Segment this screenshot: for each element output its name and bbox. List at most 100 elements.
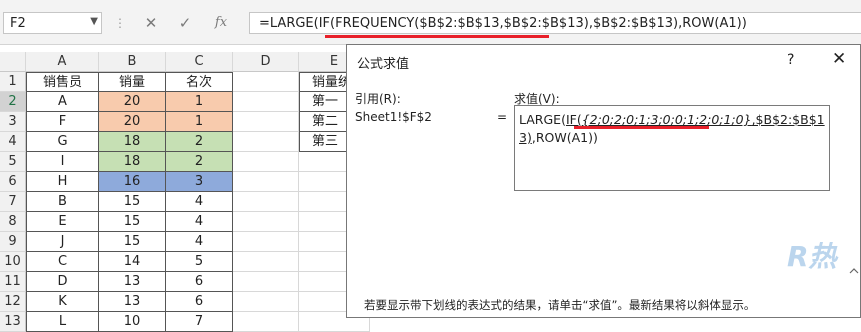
row-header-9[interactable]: 9 <box>0 232 26 252</box>
row-header-10[interactable]: 10 <box>0 252 26 272</box>
table-cell[interactable]: 1 <box>166 112 233 132</box>
dialog-title: 公式求值 <box>357 57 410 72</box>
table-cell[interactable]: 13 <box>99 292 166 312</box>
column-header-a[interactable]: A <box>26 52 99 72</box>
formula-buttons: ⋮ ✕ ✓ fx <box>108 12 248 34</box>
table-cell[interactable]: I <box>26 152 99 172</box>
empty-cell[interactable] <box>233 212 299 232</box>
reference-label: 引用(R): <box>355 92 401 106</box>
formula-bar-area: F2 ▼ ⋮ ✕ ✓ fx =LARGE(IF(FREQUENCY($B$2:$… <box>0 0 861 45</box>
insert-function-icon[interactable]: fx <box>208 12 234 34</box>
table-cell[interactable]: 14 <box>99 252 166 272</box>
table-cell[interactable]: 15 <box>99 192 166 212</box>
empty-cell[interactable] <box>233 132 299 152</box>
eval-underline-marker <box>574 126 709 129</box>
eval-underlined: IF( <box>565 112 582 127</box>
table-cell[interactable]: 18 <box>99 152 166 172</box>
table-cell[interactable]: 3 <box>166 172 233 192</box>
empty-cell[interactable] <box>233 172 299 192</box>
table-cell[interactable]: 4 <box>166 232 233 252</box>
table-cell[interactable]: C <box>26 252 99 272</box>
table-cell[interactable]: K <box>26 292 99 312</box>
table-header-cell[interactable]: 名次 <box>166 72 233 92</box>
close-icon[interactable]: ✕ <box>832 49 846 69</box>
dialog-note: 若要显示带下划线的表达式的结果，请单击“求值”。最新结果将以斜体显示。 <box>364 298 756 312</box>
table-cell[interactable]: 4 <box>166 212 233 232</box>
formula-text: =LARGE(IF(FREQUENCY($B$2:$B$13,$B$2:$B$1… <box>259 16 747 31</box>
row-header-8[interactable]: 8 <box>0 212 26 232</box>
table-cell[interactable]: E <box>26 212 99 232</box>
equals-sign: = <box>497 110 508 124</box>
select-all-corner[interactable] <box>0 52 26 72</box>
name-box[interactable]: F2 ▼ <box>3 12 102 34</box>
empty-cell[interactable] <box>233 252 299 272</box>
row-header-6[interactable]: 6 <box>0 172 26 192</box>
row-header-2[interactable]: 2 <box>0 92 26 112</box>
table-cell[interactable]: 1 <box>166 92 233 112</box>
empty-cell[interactable] <box>233 232 299 252</box>
table-cell[interactable]: L <box>26 312 99 332</box>
column-header-c[interactable]: C <box>166 52 233 72</box>
table-cell[interactable]: D <box>26 272 99 292</box>
row-header-7[interactable]: 7 <box>0 192 26 212</box>
table-cell[interactable]: 13 <box>99 272 166 292</box>
table-cell[interactable]: 20 <box>99 112 166 132</box>
empty-cell[interactable] <box>233 292 299 312</box>
table-cell[interactable]: H <box>26 172 99 192</box>
enter-icon[interactable]: ✓ <box>172 12 198 34</box>
reference-value: Sheet1!$F$2 <box>355 110 432 124</box>
empty-cell[interactable] <box>233 112 299 132</box>
table-header-cell[interactable]: 销量 <box>99 72 166 92</box>
table-cell[interactable]: F <box>26 112 99 132</box>
table-header-cell[interactable]: 销售员 <box>26 72 99 92</box>
table-cell[interactable]: 10 <box>99 312 166 332</box>
table-cell[interactable]: 7 <box>166 312 233 332</box>
formula-suffix: ,$B$2:$B$13),ROW(A1)) <box>588 16 747 31</box>
table-cell[interactable]: 6 <box>166 292 233 312</box>
evaluate-formula-dialog: 公式求值 ? ✕ 引用(R): 求值(V): Sheet1!$F$2 = LAR… <box>346 44 861 318</box>
table-cell[interactable]: 2 <box>166 152 233 172</box>
row-header-12[interactable]: 12 <box>0 292 26 312</box>
table-cell[interactable]: 16 <box>99 172 166 192</box>
row-header-11[interactable]: 11 <box>0 272 26 292</box>
empty-cell[interactable] <box>233 192 299 212</box>
table-cell[interactable]: G <box>26 132 99 152</box>
empty-cell[interactable] <box>233 72 299 92</box>
table-cell[interactable]: 4 <box>166 192 233 212</box>
formula-input[interactable]: =LARGE(IF(FREQUENCY($B$2:$B$13,$B$2:$B$1… <box>249 12 861 34</box>
eval-italic-result: {2;0;2;0;1;3;0;0;1;2;0;1;0} <box>581 112 752 127</box>
empty-cell[interactable] <box>233 312 299 332</box>
empty-cell[interactable] <box>233 92 299 112</box>
column-header-b[interactable]: B <box>99 52 166 72</box>
formula-underline-marker <box>325 35 549 38</box>
help-icon[interactable]: ? <box>787 52 794 68</box>
empty-cell[interactable] <box>233 152 299 172</box>
grip-icon: ⋮ <box>114 16 126 30</box>
name-box-value: F2 <box>10 16 26 31</box>
evaluation-box[interactable]: LARGE(IF({2;0;2;0;1;3;0;0;1;2;0;1;0},$B$… <box>514 105 830 191</box>
row-header-5[interactable]: 5 <box>0 152 26 172</box>
table-cell[interactable]: 2 <box>166 132 233 152</box>
table-cell[interactable]: J <box>26 232 99 252</box>
chevron-down-icon[interactable]: ▼ <box>90 16 98 27</box>
table-cell[interactable]: 6 <box>166 272 233 292</box>
row-header-3[interactable]: 3 <box>0 112 26 132</box>
formula-prefix: =LARGE(IF( <box>259 16 336 31</box>
table-cell[interactable]: 15 <box>99 212 166 232</box>
table-cell[interactable]: B <box>26 192 99 212</box>
row-header-4[interactable]: 4 <box>0 132 26 152</box>
table-cell[interactable]: 5 <box>166 252 233 272</box>
eval-suffix: ,ROW(A1)) <box>531 130 598 145</box>
cancel-icon[interactable]: ✕ <box>138 12 164 34</box>
watermark-logo: R热 <box>787 240 837 273</box>
row-header-1[interactable]: 1 <box>0 72 26 92</box>
formula-highlight: FREQUENCY($B$2:$B$13,$B$2:$B$13) <box>335 16 589 31</box>
eval-prefix: LARGE( <box>519 112 566 127</box>
table-cell[interactable]: 15 <box>99 232 166 252</box>
row-header-13[interactable]: 13 <box>0 312 26 332</box>
table-cell[interactable]: A <box>26 92 99 112</box>
table-cell[interactable]: 20 <box>99 92 166 112</box>
column-header-d[interactable]: D <box>233 52 299 72</box>
empty-cell[interactable] <box>233 272 299 292</box>
table-cell[interactable]: 18 <box>99 132 166 152</box>
